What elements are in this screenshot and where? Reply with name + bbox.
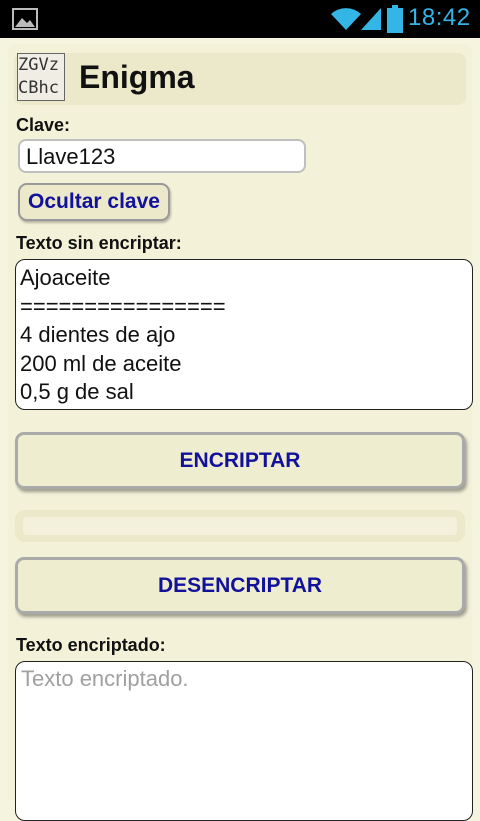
encrypted-text-placeholder: Texto encriptado. <box>21 666 189 691</box>
image-icon <box>12 8 38 30</box>
status-time: 18:42 <box>408 4 471 31</box>
wifi-icon <box>331 8 361 31</box>
key-input[interactable]: Llave123 <box>18 139 306 173</box>
key-label: Clave: <box>16 115 71 135</box>
encrypted-text-label: Texto encriptado: <box>16 635 166 655</box>
status-bar: 18:42 <box>0 0 480 38</box>
app-title: Enigma <box>79 59 195 95</box>
plain-text-label: Texto sin encriptar: <box>16 233 182 253</box>
encrypt-button[interactable]: ENCRIPTAR <box>15 432 465 489</box>
app-container: ZGVz CBhc Enigma Clave: Llave123 Ocultar… <box>8 44 473 821</box>
hide-key-button[interactable]: Ocultar clave <box>18 183 170 221</box>
encrypted-text-field[interactable]: Texto encriptado. <box>15 661 473 821</box>
battery-icon <box>387 5 403 33</box>
plain-text-field[interactable]: Ajoaceite ================ 4 dientes de … <box>15 259 473 410</box>
decrypt-button[interactable]: DESENCRIPTAR <box>15 557 465 614</box>
app-icon: ZGVz CBhc <box>17 53 65 101</box>
progress-track <box>23 517 457 535</box>
signal-icon <box>361 8 381 30</box>
progress-bar <box>15 510 465 542</box>
